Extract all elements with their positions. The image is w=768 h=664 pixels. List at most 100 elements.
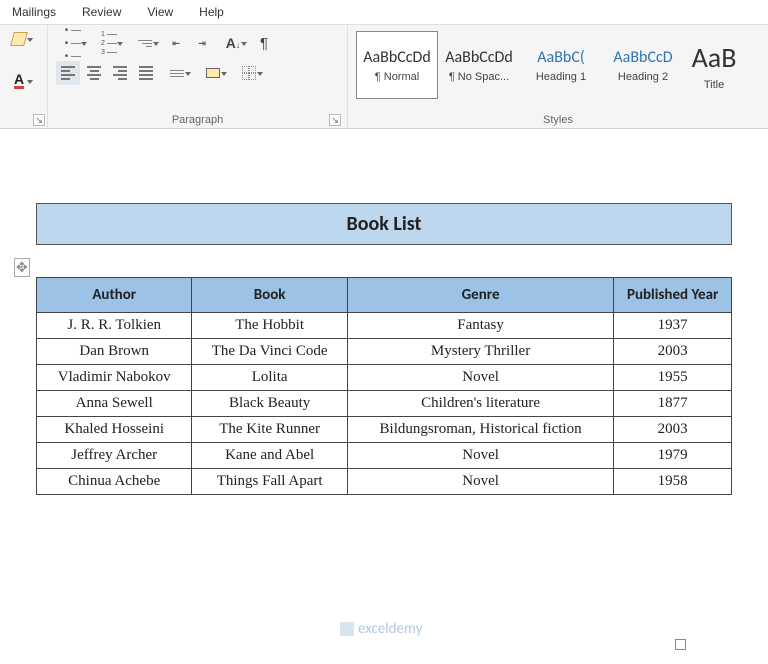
style-sample: AaB xyxy=(692,40,737,75)
format-painter-button[interactable] xyxy=(2,27,36,51)
increase-indent-icon: ⇥ xyxy=(198,36,206,51)
document-page[interactable]: Book List Author Book Genre Published Ye… xyxy=(0,173,768,503)
book-table[interactable]: Author Book Genre Published Year J. R. R… xyxy=(36,277,732,495)
style-sample: AaBbC( xyxy=(537,48,584,67)
cell-year[interactable]: 2003 xyxy=(614,339,732,365)
table-move-handle[interactable]: ✥ xyxy=(14,258,30,277)
align-left-button[interactable] xyxy=(56,61,80,85)
cell-book[interactable]: The Hobbit xyxy=(192,313,347,339)
tab-view[interactable]: View xyxy=(139,2,181,22)
cell-genre[interactable]: Novel xyxy=(347,443,613,469)
cell-author[interactable]: Jeffrey Archer xyxy=(37,443,192,469)
cell-book[interactable]: Kane and Abel xyxy=(192,443,347,469)
cell-year[interactable]: 1937 xyxy=(614,313,732,339)
font-color-button[interactable]: A xyxy=(2,69,36,93)
col-book[interactable]: Book xyxy=(192,278,347,313)
cell-author[interactable]: Vladimir Nabokov xyxy=(37,365,192,391)
font-color-icon: A xyxy=(14,73,24,89)
shading-button[interactable] xyxy=(196,61,230,85)
cell-author[interactable]: Dan Brown xyxy=(37,339,192,365)
font-dialog-launcher[interactable]: ↘ xyxy=(33,114,45,126)
cell-author[interactable]: Khaled Hosseini xyxy=(37,417,192,443)
cell-book[interactable]: Things Fall Apart xyxy=(192,469,347,495)
cell-author[interactable]: J. R. R. Tolkien xyxy=(37,313,192,339)
justify-icon xyxy=(139,66,153,80)
tab-mailings[interactable]: Mailings xyxy=(4,2,64,22)
shading-icon xyxy=(206,68,220,78)
borders-button[interactable] xyxy=(232,61,266,85)
table-row[interactable]: Khaled HosseiniThe Kite RunnerBildungsro… xyxy=(37,417,732,443)
cell-book[interactable]: The Da Vinci Code xyxy=(192,339,347,365)
col-author[interactable]: Author xyxy=(37,278,192,313)
table-row[interactable]: Dan BrownThe Da Vinci CodeMystery Thrill… xyxy=(37,339,732,365)
line-spacing-icon xyxy=(170,70,184,77)
decrease-indent-button[interactable]: ⇤ xyxy=(164,31,188,55)
cell-year[interactable]: 1955 xyxy=(614,365,732,391)
style-name: Title xyxy=(704,79,724,91)
cell-book[interactable]: Lolita xyxy=(192,365,347,391)
style-name: ¶ No Spac... xyxy=(449,71,509,83)
table-row[interactable]: Vladimir NabokovLolitaNovel1955 xyxy=(37,365,732,391)
style-name: Heading 2 xyxy=(618,71,668,83)
style-sample: AaBbCcDd xyxy=(363,48,431,67)
bullets-button[interactable] xyxy=(56,31,90,55)
cell-book[interactable]: The Kite Runner xyxy=(192,417,347,443)
multilevel-icon xyxy=(138,40,152,47)
show-marks-button[interactable]: ¶ xyxy=(252,31,276,55)
cell-author[interactable]: Anna Sewell xyxy=(37,391,192,417)
cell-year[interactable]: 1979 xyxy=(614,443,732,469)
sort-button[interactable]: A↓ xyxy=(216,31,250,55)
align-right-button[interactable] xyxy=(108,61,132,85)
style-sample: AaBbCcDd xyxy=(445,48,513,67)
style-heading-1[interactable]: AaBbC( Heading 1 xyxy=(520,31,602,99)
style-heading-2[interactable]: AaBbCcD Heading 2 xyxy=(602,31,684,99)
style-name: ¶ Normal xyxy=(375,71,419,83)
table-resize-handle[interactable] xyxy=(675,639,686,650)
table-row[interactable]: Chinua AchebeThings Fall ApartNovel1958 xyxy=(37,469,732,495)
numbering-button[interactable]: 123 xyxy=(92,31,126,55)
paragraph-group-label: Paragraph xyxy=(172,114,223,126)
tab-help[interactable]: Help xyxy=(191,2,232,22)
justify-button[interactable] xyxy=(134,61,158,85)
table-row[interactable]: J. R. R. TolkienThe HobbitFantasy1937 xyxy=(37,313,732,339)
table-row[interactable]: Anna SewellBlack BeautyChildren's litera… xyxy=(37,391,732,417)
pilcrow-icon: ¶ xyxy=(260,35,268,52)
styles-group-label: Styles xyxy=(543,114,573,126)
cell-genre[interactable]: Mystery Thriller xyxy=(347,339,613,365)
table-header-row[interactable]: Author Book Genre Published Year xyxy=(37,278,732,313)
cell-genre[interactable]: Bildungsroman, Historical fiction xyxy=(347,417,613,443)
cell-genre[interactable]: Novel xyxy=(347,469,613,495)
cell-genre[interactable]: Children's literature xyxy=(347,391,613,417)
style-sample: AaBbCcD xyxy=(613,48,672,67)
tab-review[interactable]: Review xyxy=(74,2,129,22)
align-center-button[interactable] xyxy=(82,61,106,85)
cell-year[interactable]: 1877 xyxy=(614,391,732,417)
cell-year[interactable]: 2003 xyxy=(614,417,732,443)
table-row[interactable]: Jeffrey ArcherKane and AbelNovel1979 xyxy=(37,443,732,469)
watermark-icon xyxy=(340,622,354,636)
style-normal[interactable]: AaBbCcDd ¶ Normal xyxy=(356,31,438,99)
numbering-icon: 123 xyxy=(101,31,117,56)
line-spacing-button[interactable] xyxy=(160,61,194,85)
cell-genre[interactable]: Fantasy xyxy=(347,313,613,339)
style-no-spacing[interactable]: AaBbCcDd ¶ No Spac... xyxy=(438,31,520,99)
paragraph-dialog-launcher[interactable]: ↘ xyxy=(329,114,341,126)
style-name: Heading 1 xyxy=(536,71,586,83)
doc-title[interactable]: Book List xyxy=(36,203,732,245)
sort-icon: A↓ xyxy=(226,35,241,51)
cell-book[interactable]: Black Beauty xyxy=(192,391,347,417)
style-title[interactable]: AaB Title xyxy=(684,31,744,99)
col-genre[interactable]: Genre xyxy=(347,278,613,313)
align-right-icon xyxy=(113,66,127,80)
brush-icon xyxy=(10,32,28,46)
decrease-indent-icon: ⇤ xyxy=(172,36,180,51)
align-center-icon xyxy=(87,66,101,80)
increase-indent-button[interactable]: ⇥ xyxy=(190,31,214,55)
cell-year[interactable]: 1958 xyxy=(614,469,732,495)
col-year[interactable]: Published Year xyxy=(614,278,732,313)
watermark: exceldemy xyxy=(340,620,422,638)
cell-author[interactable]: Chinua Achebe xyxy=(37,469,192,495)
cell-genre[interactable]: Novel xyxy=(347,365,613,391)
borders-icon xyxy=(242,66,256,80)
multilevel-list-button[interactable] xyxy=(128,31,162,55)
